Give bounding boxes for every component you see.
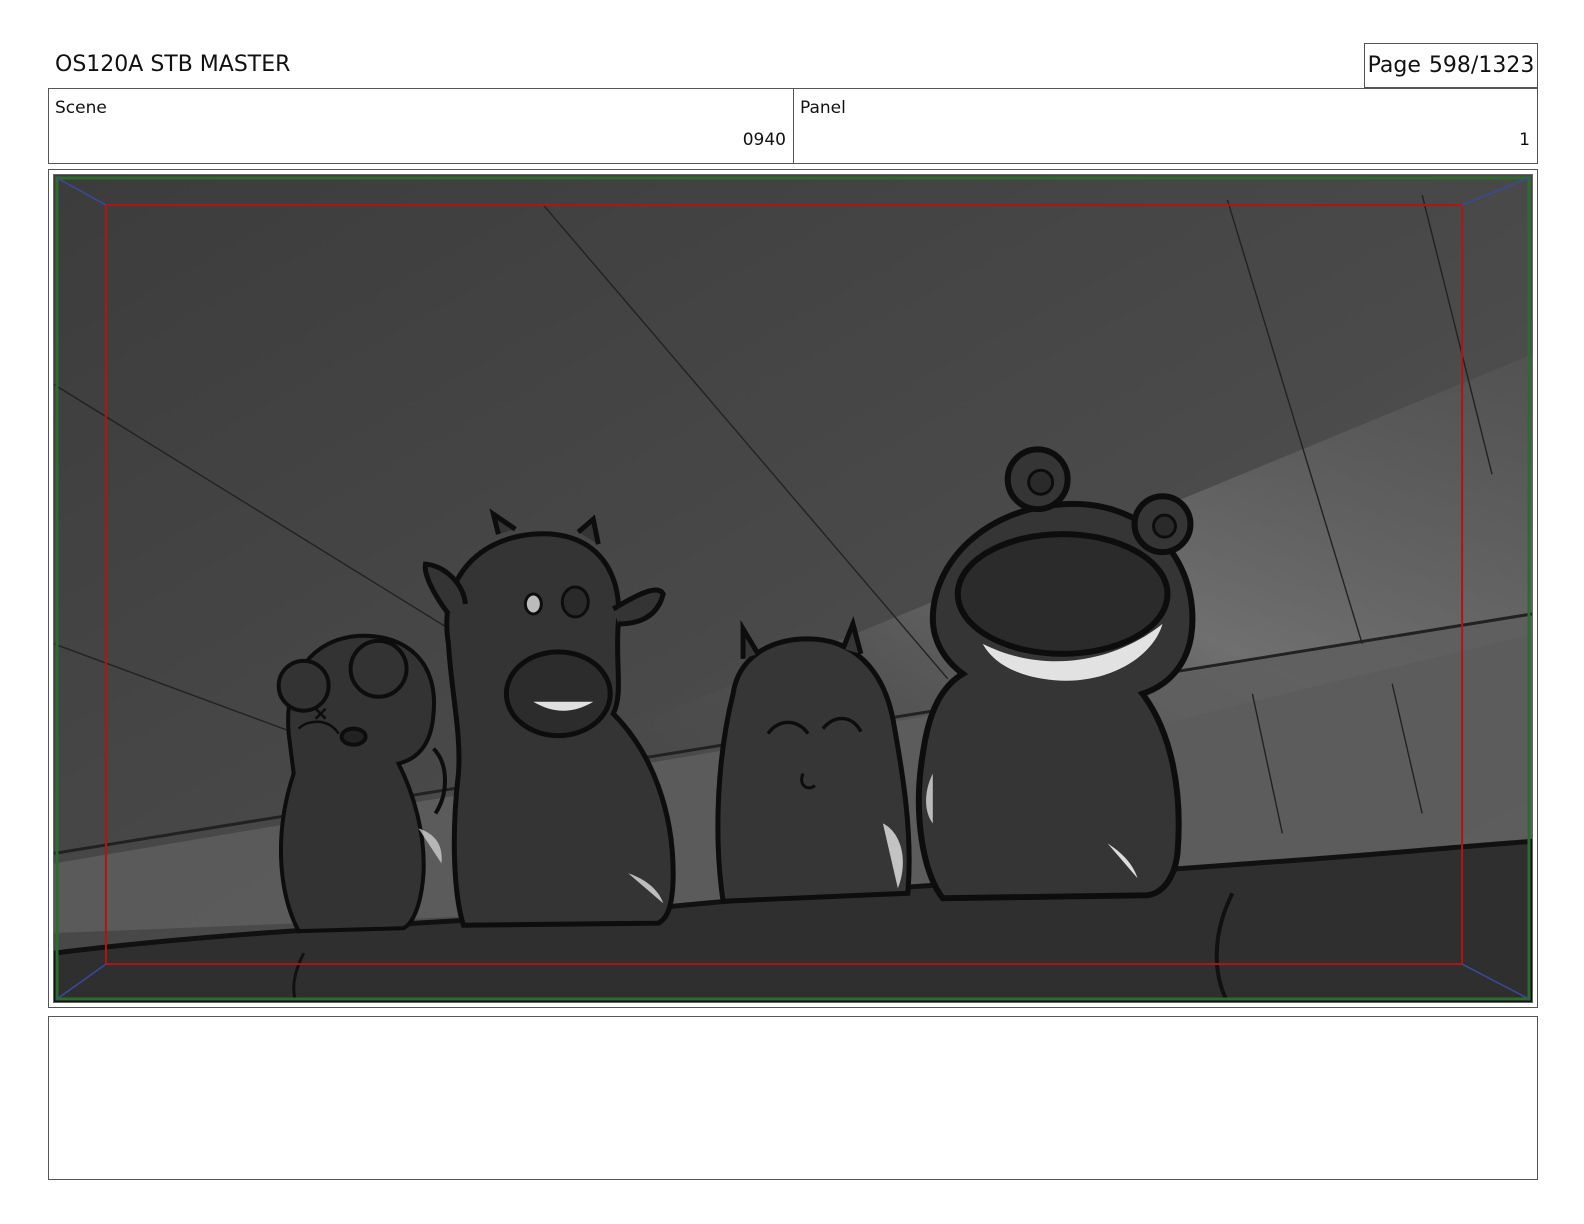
scene-label: Scene xyxy=(55,98,107,118)
notes-box xyxy=(48,1016,1538,1180)
document-title: OS120A STB MASTER xyxy=(55,52,291,77)
scene-cell: Scene 0940 xyxy=(49,89,794,163)
scene-panel-header: Scene 0940 Panel 1 xyxy=(48,88,1538,164)
panel-cell: Panel 1 xyxy=(794,89,1537,163)
panel-label: Panel xyxy=(800,98,846,118)
page-number: 598/1323 xyxy=(1428,53,1535,78)
page-label: Page xyxy=(1367,53,1421,78)
page-indicator: Page 598/1323 xyxy=(1364,43,1538,88)
storyboard-drawing xyxy=(53,174,1533,1003)
panel-number: 1 xyxy=(1519,130,1530,150)
scene-number: 0940 xyxy=(742,130,786,150)
storyboard-frame xyxy=(48,169,1538,1008)
sketch-illustration xyxy=(54,175,1532,1002)
